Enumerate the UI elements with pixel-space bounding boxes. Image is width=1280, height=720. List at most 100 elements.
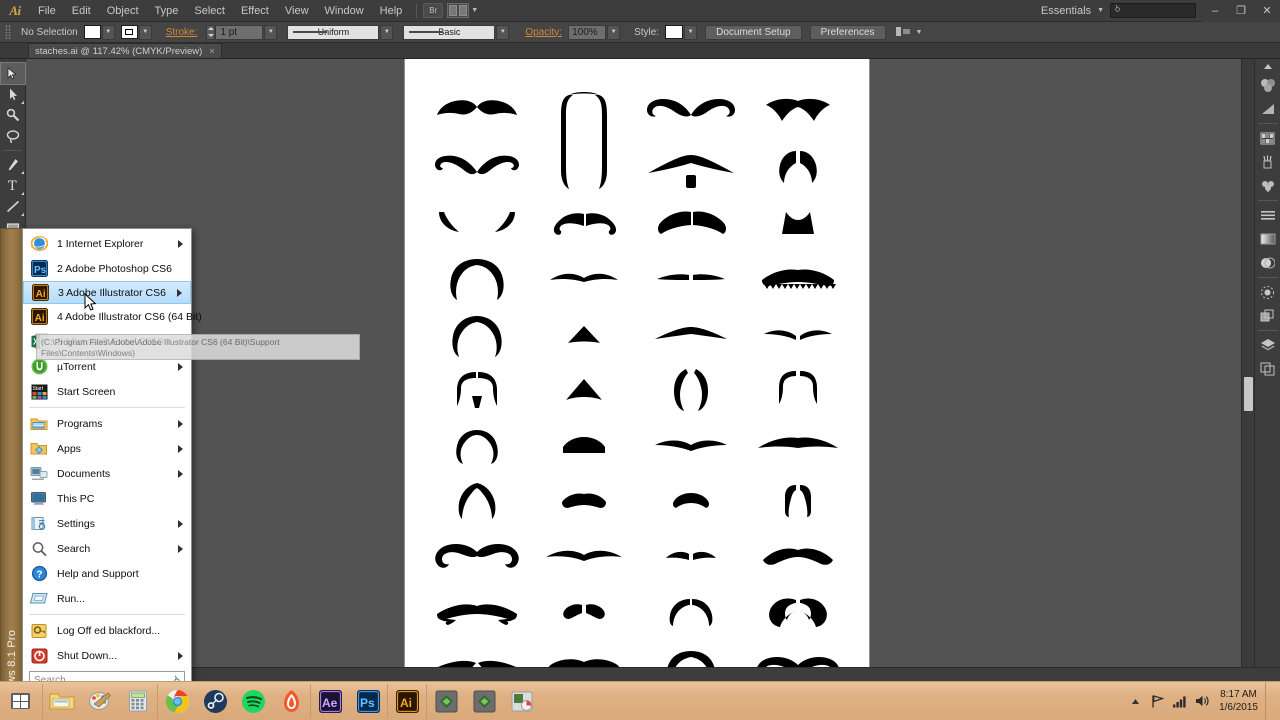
workspace-chevron-icon[interactable]: ▼ <box>1097 7 1104 14</box>
pen-tool[interactable] <box>1 154 25 175</box>
calculator-icon[interactable] <box>119 682 157 720</box>
stache-chevron-thick[interactable] <box>758 93 838 133</box>
layers-panel-icon[interactable] <box>1256 333 1280 357</box>
stroke-weight-label[interactable]: Stroke: <box>160 27 204 38</box>
type-tool[interactable]: T <box>1 175 25 196</box>
stroke-weight-chevron-icon[interactable]: ▼ <box>264 25 277 40</box>
menu-help[interactable]: Help <box>372 2 411 20</box>
menu-view[interactable]: View <box>277 2 317 20</box>
selection-tool[interactable] <box>1 63 25 84</box>
menu-file[interactable]: File <box>30 2 64 20</box>
canvas-area[interactable] <box>26 59 1232 681</box>
magic-wand-tool[interactable] <box>1 105 25 126</box>
stache-small-split-tufts[interactable] <box>660 546 722 568</box>
stache-heart-shaped-curl[interactable] <box>762 594 834 630</box>
start-item-documents[interactable]: Documents <box>23 461 191 486</box>
stache-rounded-cap[interactable] <box>557 433 611 459</box>
transparency-panel-icon[interactable] <box>1256 251 1280 275</box>
graphic-styles-panel-icon[interactable] <box>1256 304 1280 328</box>
paint-icon[interactable] <box>81 682 119 720</box>
width-profile-chevron-icon[interactable]: ▼ <box>380 25 393 40</box>
stache-curled-handlebar-thin[interactable] <box>643 93 739 133</box>
stache-horseshoe-open[interactable] <box>441 310 513 360</box>
start-item-help-and-support[interactable]: ? Help and Support <box>23 561 191 586</box>
help-search-input[interactable]: ☌ <box>1110 3 1196 18</box>
color-panel-icon[interactable] <box>1256 73 1280 97</box>
stache-curled-double-handlebar[interactable] <box>431 536 523 578</box>
menu-edit[interactable]: Edit <box>64 2 99 20</box>
stache-small-walrus[interactable] <box>666 489 716 513</box>
stache-small-triangle[interactable] <box>564 323 604 347</box>
stache-straight-bar-thin[interactable] <box>651 265 731 293</box>
stache-triangle-peak[interactable] <box>562 376 606 404</box>
start-item-shut-down[interactable]: Shut Down... <box>23 643 191 668</box>
opacity-label[interactable]: Opacity: <box>519 27 568 38</box>
brushes-panel-icon[interactable] <box>1256 150 1280 174</box>
graphic-style-swatch[interactable] <box>665 25 683 39</box>
photoshop-icon[interactable]: Ps <box>349 682 387 720</box>
align-objects-icon[interactable] <box>896 25 912 39</box>
opacity-chevron-icon[interactable]: ▼ <box>607 25 620 40</box>
color-guide-panel-icon[interactable] <box>1256 97 1280 121</box>
swatches-panel-icon[interactable] <box>1256 126 1280 150</box>
stache-long-droop-outline[interactable] <box>555 89 613 193</box>
expand-panels-button[interactable] <box>1255 59 1280 73</box>
fill-color-swatch[interactable] <box>84 25 101 39</box>
stache-narrow-droop-pair[interactable] <box>771 481 825 521</box>
stache-split-pointed[interactable] <box>756 145 840 191</box>
origin-icon[interactable] <box>272 682 310 720</box>
arrange-documents-icon[interactable] <box>447 3 469 18</box>
line-segment-tool[interactable] <box>1 196 25 217</box>
start-item-adobe-illustrator-cs6-64bit[interactable]: Ai 4 Adobe Illustrator CS6 (64 Bit) <box>23 304 191 329</box>
stache-hairy-brush[interactable] <box>754 264 842 294</box>
clock[interactable]: 8:17 AM 1/6/2015 <box>1212 688 1265 714</box>
stache-trapezoid-patch[interactable] <box>776 208 820 240</box>
stache-walrus-rounded[interactable] <box>651 206 731 242</box>
brush-definition-select[interactable]: Basic <box>403 25 495 40</box>
close-tab-icon[interactable]: × <box>209 46 214 56</box>
artboard[interactable] <box>405 59 869 681</box>
stache-round-droop-thick[interactable] <box>658 595 724 629</box>
stroke-color-swatch[interactable] <box>121 25 138 39</box>
stroke-weight-stepper[interactable] <box>206 25 215 40</box>
stache-peaked-open[interactable] <box>444 479 510 523</box>
menu-window[interactable]: Window <box>317 2 372 20</box>
stache-curled-inward-pair[interactable] <box>656 365 726 415</box>
stache-fu-manchu-curl[interactable] <box>445 424 509 468</box>
lasso-tool[interactable] <box>1 126 25 147</box>
stache-curled-thin-handlebar[interactable] <box>431 148 523 188</box>
gradient-panel-icon[interactable] <box>1256 227 1280 251</box>
start-item-programs[interactable]: Programs <box>23 411 191 436</box>
arrange-documents-chevron-icon[interactable]: ▼ <box>471 7 478 14</box>
start-item-run[interactable]: Run... <box>23 586 191 611</box>
google-chrome-icon[interactable] <box>158 682 196 720</box>
stache-thin-split-arcs[interactable] <box>433 206 521 242</box>
canvas-vertical-scrollbar[interactable] <box>1241 59 1254 667</box>
show-desktop-button[interactable] <box>1265 682 1272 720</box>
stache-box-with-patch[interactable] <box>442 366 512 414</box>
go-to-bridge-icon[interactable] <box>423 3 443 18</box>
stache-peaked-with-soul-patch[interactable] <box>644 145 738 191</box>
green-app-icon-2[interactable] <box>465 682 503 720</box>
after-effects-icon[interactable]: Ae <box>311 682 349 720</box>
preferences-button[interactable]: Preferences <box>810 25 886 40</box>
menu-object[interactable]: Object <box>99 2 147 20</box>
restore-button[interactable]: ❐ <box>1228 0 1254 22</box>
direct-selection-tool[interactable] <box>1 84 25 105</box>
control-bar-grip[interactable] <box>5 25 11 39</box>
volume-icon[interactable] <box>1190 694 1212 708</box>
start-item-settings[interactable]: Settings <box>23 511 191 536</box>
start-item-internet-explorer[interactable]: 1 Internet Explorer <box>23 231 191 256</box>
stache-small-curled-handlebar[interactable] <box>542 206 626 242</box>
stache-thin-wavy-wing[interactable] <box>544 262 624 296</box>
close-button[interactable]: ✕ <box>1254 0 1280 22</box>
stroke-swatch-chevron-icon[interactable]: ▼ <box>139 25 152 40</box>
stache-feathered-wide[interactable] <box>431 598 523 626</box>
spotify-icon[interactable] <box>234 682 272 720</box>
steam-icon[interactable] <box>196 682 234 720</box>
camera-app-icon[interactable] <box>503 682 541 720</box>
stache-box-pointed-pair[interactable] <box>763 366 833 414</box>
style-chevron-icon[interactable]: ▼ <box>684 25 697 40</box>
menu-effect[interactable]: Effect <box>233 2 277 20</box>
stache-thin-wing-spread[interactable] <box>542 545 626 569</box>
